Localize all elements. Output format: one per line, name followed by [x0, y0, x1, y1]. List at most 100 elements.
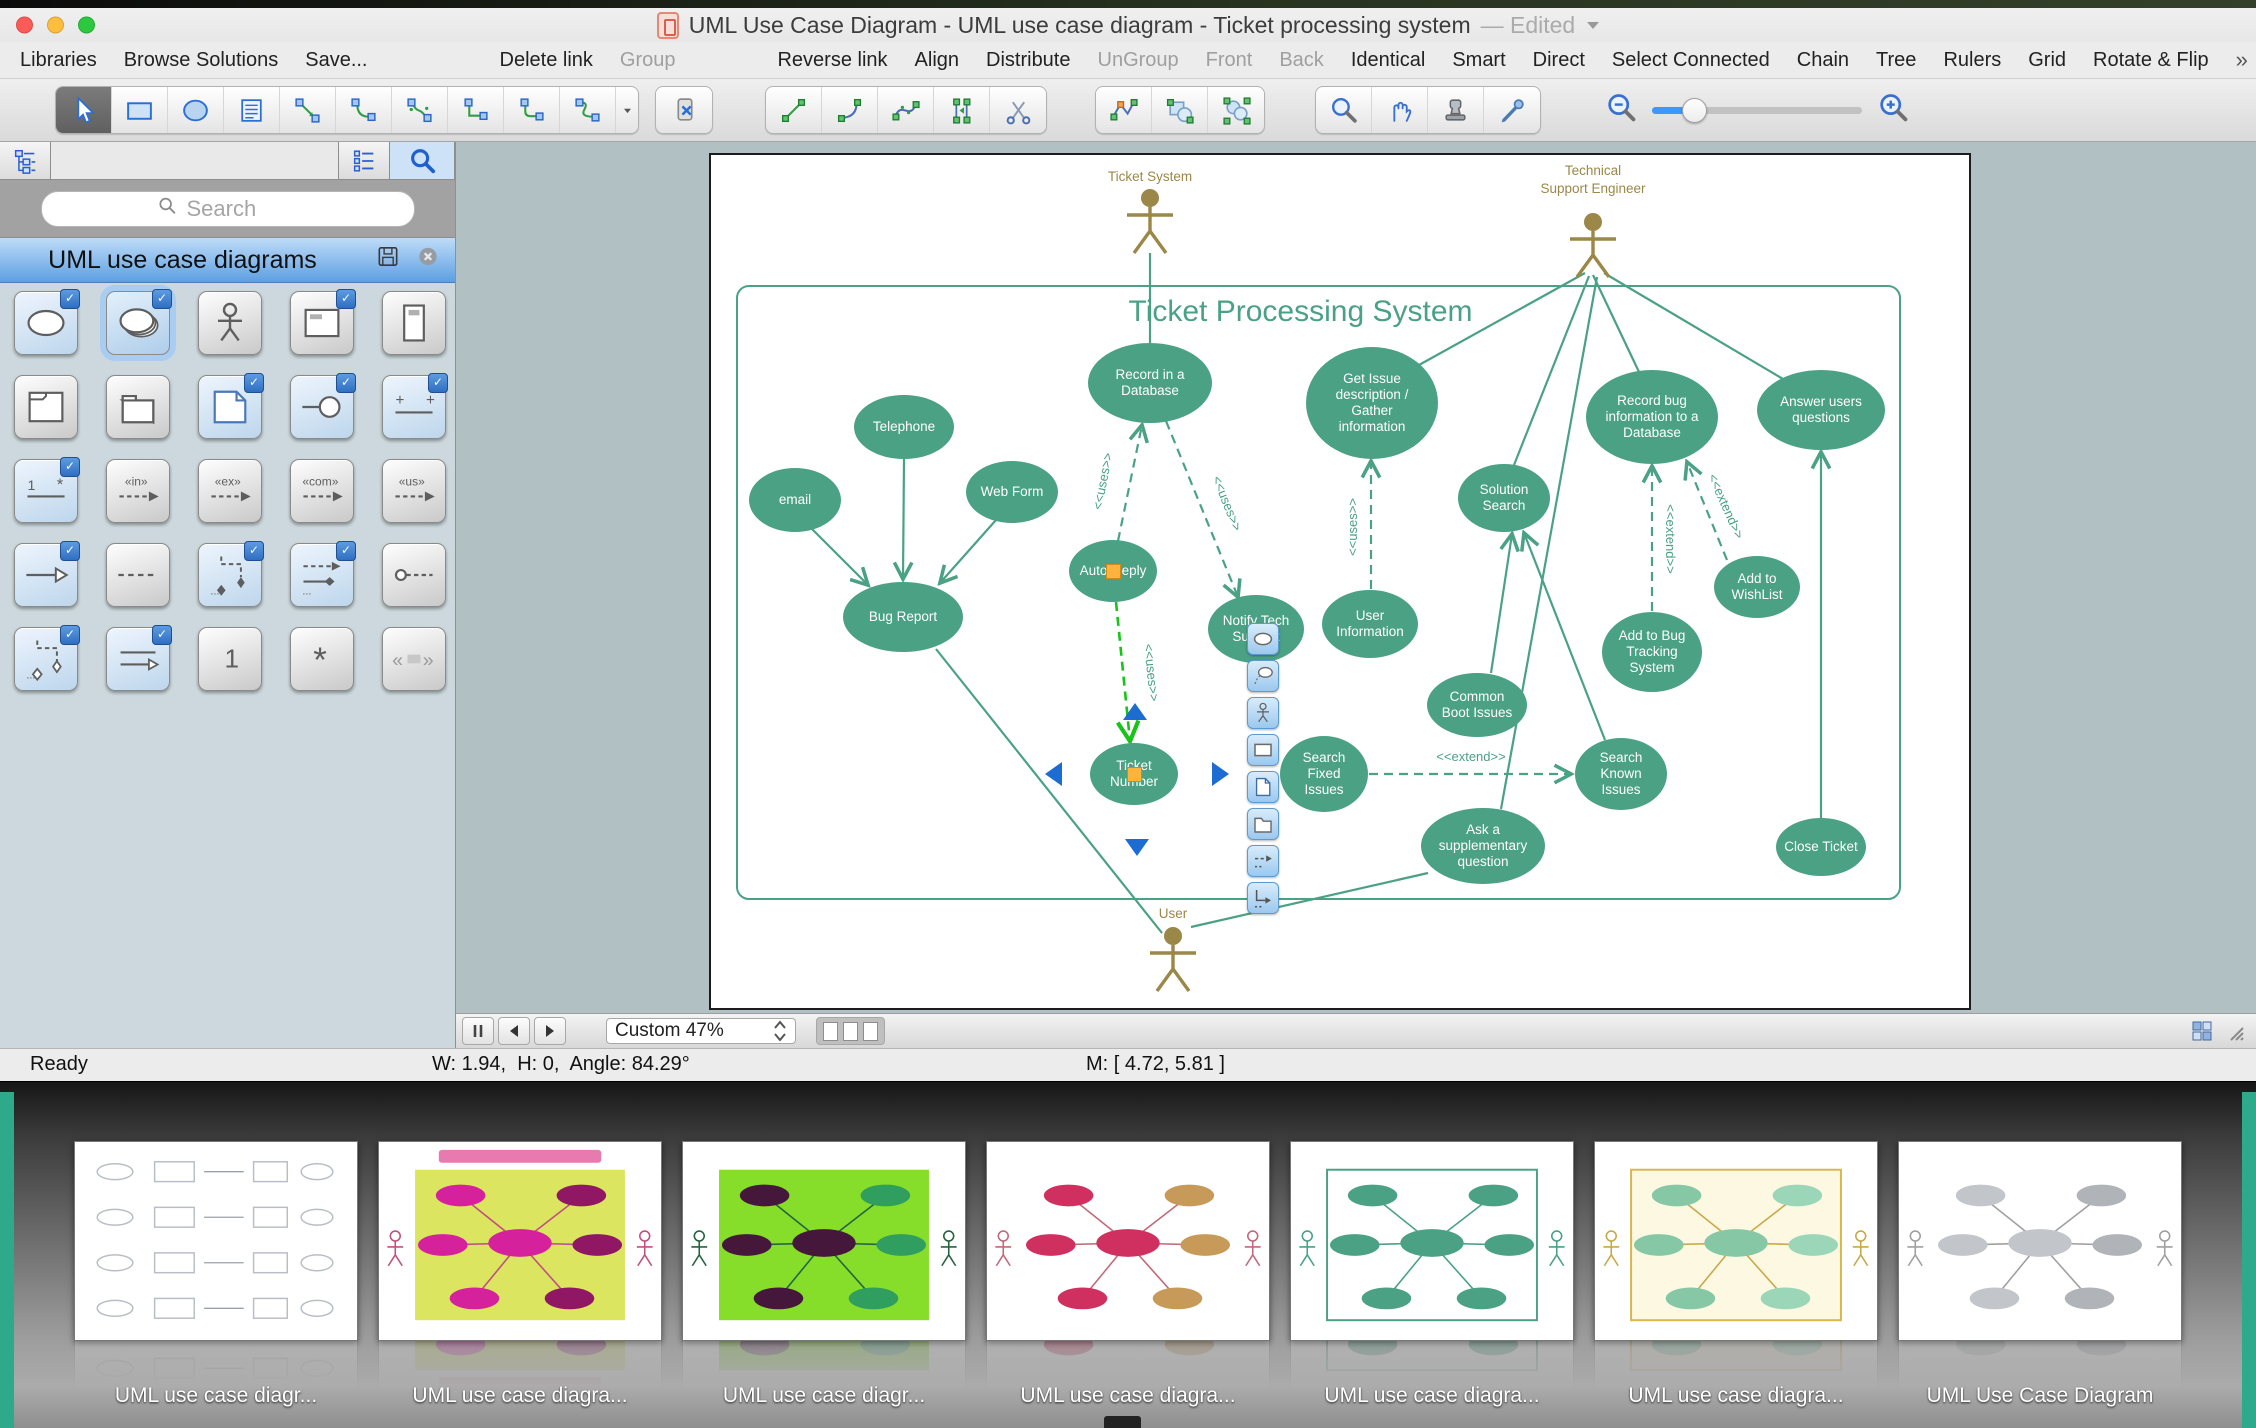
- menu-grid[interactable]: Grid: [2028, 49, 2066, 72]
- edit-vertex-tool-button[interactable]: [1096, 87, 1152, 133]
- menu-save[interactable]: Save...: [305, 49, 367, 72]
- use-case-add-to-bug[interactable]: Add to Bug Tracking System: [1602, 612, 1702, 692]
- zoom-window-button[interactable]: [78, 16, 95, 34]
- actor-technical-support-engineer[interactable]: Technical Support Engineer: [1540, 163, 1646, 278]
- connector-tree-tool-button[interactable]: [560, 87, 616, 133]
- use-case-web-form[interactable]: Web Form: [966, 461, 1058, 523]
- filmstrip-thumbnail[interactable]: UML use case diagra...: [1594, 1141, 1878, 1407]
- connector-selected[interactable]: [1114, 601, 1130, 741]
- shape-note[interactable]: ✓: [198, 373, 264, 439]
- library-path-field[interactable]: [51, 142, 339, 179]
- hyperlink-tool-button[interactable]: [656, 87, 712, 133]
- use-case-answer-users[interactable]: Answer users questions: [1757, 370, 1885, 450]
- zoom-stepper-icon[interactable]: [773, 1020, 787, 1042]
- stamp-tool-button[interactable]: [1428, 87, 1484, 133]
- thumbnail-preview[interactable]: [986, 1141, 1270, 1341]
- palette-dash-arrow-button[interactable]: [1247, 845, 1279, 877]
- filmstrip-thumbnail[interactable]: UML Use Case Diagram: [1898, 1141, 2182, 1407]
- thumbnail-preview[interactable]: [1594, 1141, 1878, 1341]
- filmstrip-thumbnail[interactable]: UML use case diagr...: [682, 1141, 966, 1407]
- zoom-slider-track[interactable]: [1652, 97, 1862, 123]
- thumbnail-preview[interactable]: [378, 1141, 662, 1341]
- close-window-button[interactable]: [16, 16, 33, 34]
- menu-direct[interactable]: Direct: [1533, 49, 1585, 72]
- shape-assoc-one-star[interactable]: 1 * ✓: [14, 457, 80, 523]
- connector[interactable]: [1524, 533, 1607, 741]
- rectangle-tool-button[interactable]: [112, 87, 168, 133]
- search-input[interactable]: [184, 194, 299, 223]
- pan-tool-button[interactable]: [1372, 87, 1428, 133]
- shape-in-arrow[interactable]: «in»: [106, 459, 170, 523]
- chevron-down-icon[interactable]: [1587, 21, 1600, 29]
- palette-ellipse-button[interactable]: [1247, 623, 1279, 655]
- actor-ticket-system[interactable]: Ticket System: [1108, 169, 1192, 254]
- menu-browse-solutions[interactable]: Browse Solutions: [124, 49, 279, 72]
- menu-reverse-link[interactable]: Reverse link: [777, 49, 887, 72]
- connector[interactable]: [1603, 272, 1784, 380]
- shape-oval-stack[interactable]: ✓: [106, 289, 172, 355]
- pause-button[interactable]: [462, 1017, 494, 1046]
- selection-handle[interactable]: [1106, 564, 1121, 579]
- connector-round-tool-button[interactable]: [504, 87, 560, 133]
- shape-interface[interactable]: ✓: [290, 373, 356, 439]
- combine-shapes-tool-button[interactable]: [1152, 87, 1208, 133]
- use-case-bug-report[interactable]: Bug Report: [843, 582, 963, 652]
- list-view-button[interactable]: [339, 142, 390, 179]
- page-view-buttons[interactable]: [816, 1017, 885, 1046]
- menu-chain[interactable]: Chain: [1797, 49, 1849, 72]
- connector-elbow-tool-button[interactable]: [448, 87, 504, 133]
- use-case-user[interactable]: User Information: [1322, 590, 1418, 658]
- draw-bezier-tool-button[interactable]: [878, 87, 934, 133]
- shape-one[interactable]: 1: [198, 627, 262, 691]
- connector[interactable]: [811, 528, 868, 585]
- search-view-button[interactable]: [390, 142, 455, 179]
- shape-frame[interactable]: [14, 375, 78, 439]
- draw-line-tool-button[interactable]: [766, 87, 822, 133]
- save-library-icon[interactable]: [375, 244, 401, 277]
- connector[interactable]: [1499, 276, 1599, 810]
- next-page-button[interactable]: [534, 1017, 566, 1046]
- shape-com-arrow[interactable]: «com»: [290, 459, 354, 523]
- menu-libraries[interactable]: Libraries: [20, 49, 97, 72]
- shape-ex-arrow[interactable]: «ex»: [198, 459, 262, 523]
- use-case-search[interactable]: Search Fixed Issues: [1280, 736, 1368, 812]
- use-case-record-in-a[interactable]: Record in a Database: [1088, 343, 1212, 423]
- menu-rulers[interactable]: Rulers: [1943, 49, 2001, 72]
- connect-arrow-up[interactable]: [1123, 703, 1147, 720]
- shape-assoc-stars[interactable]: + + ✓: [382, 373, 448, 439]
- connect-arrow-right[interactable]: [1212, 762, 1229, 786]
- shape-dashed-line[interactable]: [106, 543, 170, 607]
- previous-page-button[interactable]: [498, 1017, 530, 1046]
- menu-distribute[interactable]: Distribute: [986, 49, 1070, 72]
- connect-arrow-left[interactable]: [1045, 762, 1062, 786]
- menu-tree[interactable]: Tree: [1876, 49, 1916, 72]
- thumbnail-preview[interactable]: [1898, 1141, 2182, 1341]
- use-case-solution[interactable]: Solution Search: [1458, 464, 1550, 532]
- thumbnail-preview[interactable]: [1290, 1141, 1574, 1341]
- palette-actor-button[interactable]: [1247, 697, 1279, 729]
- filmstrip-thumbnail[interactable]: UML use case diagra...: [986, 1141, 1270, 1407]
- connector[interactable]: [1512, 275, 1591, 466]
- filmstrip-scroll-notch[interactable]: [1104, 1416, 1141, 1428]
- select-tool-button[interactable]: [56, 87, 112, 133]
- palette-page-button[interactable]: [1247, 771, 1279, 803]
- search-field[interactable]: [40, 190, 415, 227]
- tile-pages-icon[interactable]: [2190, 1019, 2214, 1043]
- connector[interactable]: [1489, 534, 1512, 674]
- shape-elbow-diamond[interactable]: ... ✓: [198, 541, 264, 607]
- shape-subject[interactable]: ✓: [290, 289, 356, 355]
- use-case-ask-a[interactable]: Ask a supplementary question: [1421, 808, 1545, 884]
- shape-us-arrow[interactable]: «us»: [382, 459, 446, 523]
- menu-smart[interactable]: Smart: [1452, 49, 1505, 72]
- menu-select-connected[interactable]: Select Connected: [1612, 49, 1770, 72]
- use-case-record-bug[interactable]: Record bug information to a Database: [1586, 370, 1718, 464]
- filmstrip-thumbnail[interactable]: UML use case diagra...: [1290, 1141, 1574, 1407]
- connect-arrow-down[interactable]: [1125, 839, 1149, 856]
- shape-stereotype[interactable]: «»: [382, 627, 446, 691]
- draw-arc-tool-button[interactable]: [822, 87, 878, 133]
- resize-grip-icon[interactable]: [2222, 1019, 2246, 1043]
- connector-dropdown-button[interactable]: [616, 87, 638, 133]
- minimize-window-button[interactable]: [47, 16, 64, 34]
- actor-user[interactable]: User: [1150, 906, 1196, 992]
- use-case-common[interactable]: Common Boot Issues: [1427, 673, 1527, 737]
